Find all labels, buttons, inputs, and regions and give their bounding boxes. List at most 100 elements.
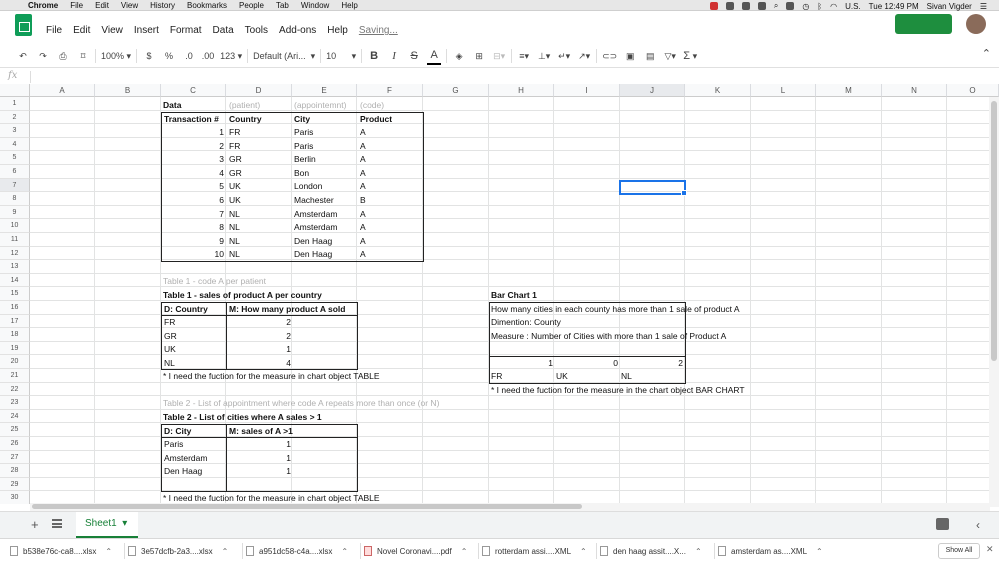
all-sheets-icon[interactable] <box>52 519 62 528</box>
row-header[interactable]: 22 <box>0 382 30 397</box>
row-header[interactable]: 28 <box>0 464 30 478</box>
download-item[interactable]: Novel Coronavi....pdf ⌃ <box>364 539 467 562</box>
row-header[interactable]: 11 <box>0 233 30 247</box>
select-all-corner[interactable] <box>0 84 30 97</box>
menu-insert[interactable]: Insert <box>134 25 159 36</box>
merge-cells-icon[interactable]: ⊟▾ <box>492 47 506 65</box>
menu-view[interactable]: View <box>101 25 123 36</box>
download-item[interactable]: b538e76c-ca8....xlsx ⌃ <box>10 539 112 562</box>
status-icon[interactable] <box>725 2 734 10</box>
row-header[interactable]: 27 <box>0 450 30 465</box>
row-header[interactable]: 21 <box>0 369 30 383</box>
column-header[interactable]: K <box>685 84 751 97</box>
clock[interactable]: Tue 12:49 PM <box>869 2 919 11</box>
mac-menu-edit[interactable]: Edit <box>95 1 109 10</box>
row-header[interactable]: 5 <box>0 151 30 165</box>
show-all-button[interactable]: Show All <box>938 543 980 559</box>
time-machine-icon[interactable]: ◷ <box>802 2 809 11</box>
share-button[interactable] <box>895 14 952 34</box>
app-name[interactable]: Chrome <box>28 1 58 10</box>
column-header[interactable]: J <box>620 84 685 97</box>
column-header[interactable]: M <box>816 84 882 97</box>
column-header[interactable]: F <box>357 84 423 97</box>
mac-menu-view[interactable]: View <box>121 1 138 10</box>
row-header[interactable]: 29 <box>0 477 30 492</box>
vertical-scrollbar[interactable] <box>989 97 999 507</box>
wifi-icon[interactable]: ◠ <box>830 2 837 11</box>
insert-comment-icon[interactable]: ▣ <box>623 47 637 65</box>
chevron-left-icon[interactable]: ‹ <box>976 518 980 532</box>
increase-decimal-button[interactable]: .00 <box>201 47 215 65</box>
bluetooth-icon[interactable]: ᛒ <box>817 2 822 11</box>
row-header[interactable]: 6 <box>0 165 30 179</box>
menu-file[interactable]: File <box>46 25 62 36</box>
row-header[interactable]: 20 <box>0 355 30 369</box>
column-header[interactable]: E <box>292 84 357 97</box>
column-header[interactable]: B <box>95 84 161 97</box>
row-header[interactable]: 16 <box>0 301 30 315</box>
currency-button[interactable]: $ <box>142 47 156 65</box>
user-name[interactable]: Sivan Vigder <box>927 2 972 11</box>
column-header[interactable]: C <box>161 84 226 97</box>
formula-input[interactable] <box>34 68 994 84</box>
menu-addons[interactable]: Add-ons <box>279 25 316 36</box>
column-header[interactable]: N <box>882 84 947 97</box>
chevron-up-icon[interactable]: ⌃ <box>222 547 229 556</box>
row-header[interactable]: 18 <box>0 328 30 342</box>
row-header[interactable]: 26 <box>0 437 30 451</box>
sheets-logo-icon[interactable] <box>15 14 32 36</box>
close-icon[interactable]: ✕ <box>986 544 994 555</box>
more-formats-button[interactable]: 123 ▾ <box>220 47 242 65</box>
borders-icon[interactable]: ⊞ <box>472 47 486 65</box>
row-header[interactable]: 12 <box>0 246 30 261</box>
row-header[interactable]: 15 <box>0 287 30 301</box>
chevron-up-icon[interactable]: ⌃ <box>695 547 702 556</box>
status-icon[interactable] <box>757 2 766 10</box>
undo-icon[interactable]: ↶ <box>16 47 30 65</box>
print-icon[interactable]: ⎙ <box>56 47 70 65</box>
row-header[interactable]: 23 <box>0 396 30 410</box>
mac-menu-window[interactable]: Window <box>301 1 329 10</box>
bold-button[interactable]: B <box>367 47 381 65</box>
status-icon[interactable] <box>786 2 795 10</box>
row-header[interactable]: 8 <box>0 192 30 206</box>
menu-edit[interactable]: Edit <box>73 25 90 36</box>
mac-menu-tab[interactable]: Tab <box>276 1 289 10</box>
functions-button[interactable]: Σ ▾ <box>683 47 697 65</box>
mac-menu-history[interactable]: History <box>150 1 175 10</box>
download-item[interactable]: amsterdam as....XML ⌃ <box>718 539 823 562</box>
row-header[interactable]: 13 <box>0 260 30 274</box>
download-item[interactable]: a951dc58-c4a....xlsx ⌃ <box>246 539 348 562</box>
insert-link-icon[interactable]: ⊂⊃ <box>602 47 617 65</box>
row-header[interactable]: 14 <box>0 273 30 288</box>
row-header[interactable]: 2 <box>0 110 30 125</box>
column-header[interactable]: I <box>554 84 620 97</box>
row-header[interactable]: 10 <box>0 219 30 233</box>
row-header[interactable]: 7 <box>0 178 30 193</box>
column-header[interactable]: O <box>947 84 999 97</box>
download-item[interactable]: 3e57dcfb-2a3....xlsx ⌃ <box>128 539 228 562</box>
text-color-button[interactable]: A <box>427 47 442 65</box>
spotlight-icon[interactable]: ⌕ <box>774 1 778 11</box>
row-header[interactable]: 1 <box>0 97 30 111</box>
column-header[interactable]: L <box>751 84 816 97</box>
chevron-up-icon[interactable]: ⌃ <box>105 547 112 556</box>
mac-menu-help[interactable]: Help <box>341 1 357 10</box>
text-rotate-icon[interactable]: ↗▾ <box>577 47 591 65</box>
row-header[interactable]: 4 <box>0 137 30 152</box>
column-header[interactable]: A <box>30 84 95 97</box>
row-header[interactable]: 25 <box>0 423 30 437</box>
align-left-icon[interactable]: ≡▾ <box>517 47 531 65</box>
menu-data[interactable]: Data <box>213 25 234 36</box>
selected-cell-J7[interactable] <box>619 180 687 196</box>
text-wrap-icon[interactable]: ↵▾ <box>557 47 571 65</box>
mac-menu-bookmarks[interactable]: Bookmarks <box>187 1 227 10</box>
redo-icon[interactable]: ↷ <box>36 47 50 65</box>
mac-menu-file[interactable]: File <box>70 1 83 10</box>
menu-format[interactable]: Format <box>170 25 202 36</box>
download-item[interactable]: rotterdam assi....XML ⌃ <box>482 539 587 562</box>
decrease-decimal-button[interactable]: .0 <box>182 47 196 65</box>
collapse-menus-icon[interactable]: ⌃ <box>982 47 991 60</box>
filter-icon[interactable]: ▽▾ <box>663 47 677 65</box>
avatar[interactable] <box>966 14 986 34</box>
